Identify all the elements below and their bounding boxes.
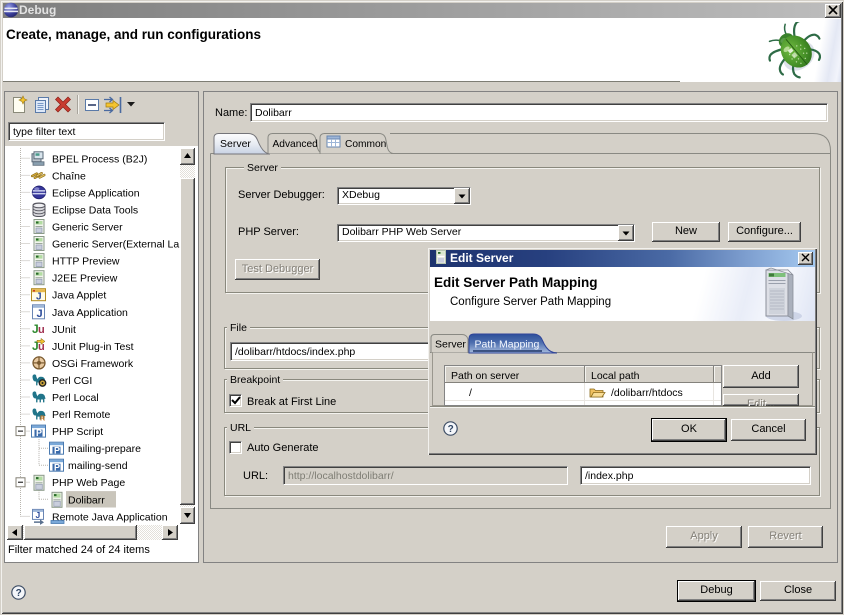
svg-text:/dolibarr/htdocs: /dolibarr/htdocs <box>611 387 683 399</box>
svg-text:Advanced: Advanced <box>273 139 319 150</box>
svg-text:Server: Server <box>220 138 251 150</box>
svg-text:Server: Server <box>435 339 466 351</box>
svg-text:Chaîne: Chaîne <box>52 170 86 182</box>
svg-text:OSGi Framework: OSGi Framework <box>52 358 134 370</box>
svg-text:Java Application: Java Application <box>52 307 128 319</box>
svg-text:Common: Common <box>345 139 386 150</box>
svg-text:Generic Server: Generic Server <box>52 222 123 234</box>
svg-text:J: J <box>37 308 43 320</box>
svg-text:Java Applet: Java Applet <box>52 290 106 302</box>
svg-text:HTTP Preview: HTTP Preview <box>52 256 120 268</box>
svg-text:Path on server: Path on server <box>451 370 520 382</box>
svg-text:Generic Server(External La: Generic Server(External La <box>52 239 179 251</box>
svg-text:Perl Remote: Perl Remote <box>52 409 111 421</box>
svg-text:PHP Web Page: PHP Web Page <box>52 477 125 489</box>
svg-text:R: R <box>40 416 45 423</box>
svg-text:Perl CGI: Perl CGI <box>52 375 92 387</box>
svg-text:/: / <box>469 387 472 399</box>
svg-text:JUnit Plug-in Test: JUnit Plug-in Test <box>52 341 134 353</box>
svg-text:J: J <box>36 292 42 303</box>
svg-text:mailing-send: mailing-send <box>68 460 128 472</box>
svg-text:Local path: Local path <box>591 370 640 382</box>
svg-text:JUnit: JUnit <box>52 324 76 336</box>
svg-text:Eclipse Application: Eclipse Application <box>52 187 140 199</box>
svg-text:PHP Script: PHP Script <box>52 426 103 438</box>
svg-text:?: ? <box>16 588 22 599</box>
svg-text:Eclipse Data Tools: Eclipse Data Tools <box>52 205 138 217</box>
svg-text:u: u <box>38 324 45 336</box>
svg-text:Dolibarr: Dolibarr <box>68 494 105 506</box>
svg-text:Path Mapping: Path Mapping <box>475 339 540 351</box>
svg-text:mailing-prepare: mailing-prepare <box>68 443 141 455</box>
svg-text:BPEL Process (B2J): BPEL Process (B2J) <box>52 153 147 165</box>
svg-text:Remote Java Application: Remote Java Application <box>52 511 168 523</box>
svg-text:?: ? <box>448 424 454 435</box>
svg-text:Perl Local: Perl Local <box>52 392 99 404</box>
svg-text:J: J <box>36 510 41 520</box>
svg-text:J2EE Preview: J2EE Preview <box>52 273 118 285</box>
